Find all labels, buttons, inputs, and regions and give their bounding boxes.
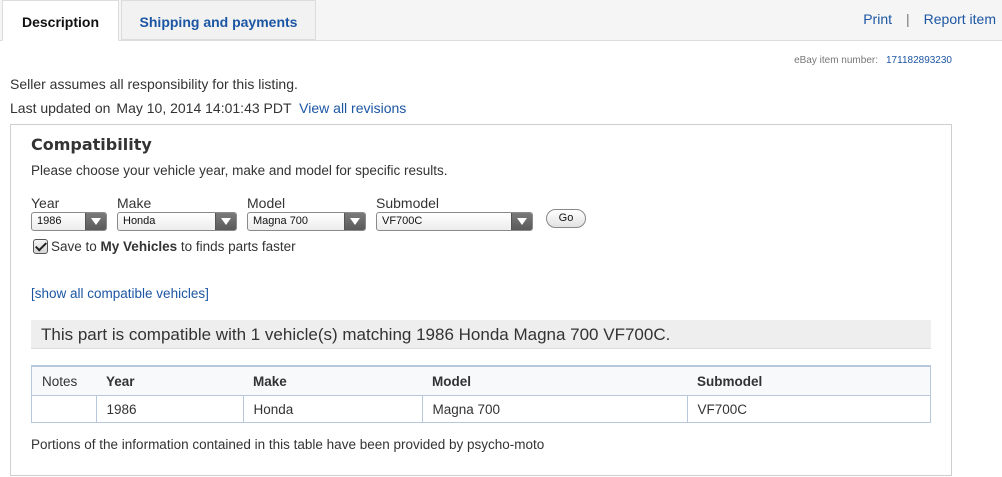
chevron-down-icon bbox=[215, 213, 236, 230]
tab-bar: Description Shipping and payments Print |… bbox=[0, 0, 1002, 41]
cell-submodel: VF700C bbox=[686, 395, 931, 423]
compatibility-instructions: Please choose your vehicle year, make an… bbox=[31, 163, 448, 178]
compatible-vehicles-table: Notes Year Make Model Submodel 1986 Hond… bbox=[31, 365, 931, 423]
chevron-down-icon bbox=[85, 213, 106, 230]
link-separator: | bbox=[906, 11, 910, 27]
tab-description[interactable]: Description bbox=[2, 0, 119, 41]
save-vehicle-checkbox[interactable] bbox=[33, 239, 48, 254]
cell-model: Magna 700 bbox=[421, 395, 688, 423]
make-select-value: Honda bbox=[123, 215, 156, 227]
report-item-link[interactable]: Report item bbox=[924, 11, 996, 27]
cell-notes bbox=[31, 395, 97, 423]
save-prefix: Save to bbox=[51, 239, 97, 254]
table-header-row: Notes Year Make Model Submodel bbox=[31, 365, 931, 396]
submodel-group: Submodel VF700C bbox=[376, 195, 533, 231]
model-group: Model Magna 700 bbox=[247, 195, 366, 231]
view-all-revisions-link[interactable]: View all revisions bbox=[299, 100, 406, 116]
year-select[interactable]: 1986 bbox=[31, 212, 107, 231]
last-updated: Last updated on May 10, 2014 14:01:43 PDT… bbox=[10, 100, 406, 116]
column-header-model: Model bbox=[422, 365, 687, 396]
item-number-label: eBay item number: bbox=[794, 55, 878, 66]
model-label: Model bbox=[247, 195, 286, 211]
make-select[interactable]: Honda bbox=[117, 212, 237, 231]
item-number-value[interactable]: 171182893230 bbox=[886, 55, 952, 66]
seller-note: Seller assumes all responsibility for th… bbox=[10, 76, 298, 92]
compatibility-match-banner: This part is compatible with 1 vehicle(s… bbox=[31, 320, 931, 349]
chevron-down-icon bbox=[511, 213, 532, 230]
submodel-label: Submodel bbox=[376, 195, 440, 211]
compatibility-panel: Compatibility Please choose your vehicle… bbox=[10, 124, 952, 476]
data-source-note: Portions of the information contained in… bbox=[31, 437, 545, 452]
compatibility-title: Compatibility bbox=[31, 135, 152, 154]
model-select[interactable]: Magna 700 bbox=[247, 212, 366, 231]
cell-year: 1986 bbox=[95, 395, 244, 423]
column-header-submodel: Submodel bbox=[687, 365, 931, 396]
tab-shipping-and-payments[interactable]: Shipping and payments bbox=[121, 0, 316, 40]
my-vehicles-label: My Vehicles bbox=[100, 239, 178, 254]
save-suffix: to finds parts faster bbox=[180, 239, 296, 254]
top-links: Print | Report item bbox=[863, 11, 996, 27]
save-to-my-vehicles: Save to My Vehicles to finds parts faste… bbox=[33, 239, 296, 254]
print-link[interactable]: Print bbox=[863, 11, 892, 27]
item-number: eBay item number: 171182893230 bbox=[794, 55, 952, 66]
submodel-select[interactable]: VF700C bbox=[376, 212, 533, 231]
cell-make: Honda bbox=[242, 395, 423, 423]
column-header-make: Make bbox=[243, 365, 422, 396]
show-all-compatible-vehicles-link[interactable]: [show all compatible vehicles] bbox=[31, 286, 209, 301]
last-updated-date: May 10, 2014 14:01:43 PDT bbox=[116, 100, 292, 116]
column-header-notes: Notes bbox=[31, 365, 96, 396]
go-button[interactable]: Go bbox=[546, 209, 586, 228]
column-header-year: Year bbox=[96, 365, 243, 396]
submodel-select-value: VF700C bbox=[382, 215, 423, 227]
year-group: Year 1986 bbox=[31, 195, 107, 231]
last-updated-label: Last updated on bbox=[10, 100, 111, 116]
model-select-value: Magna 700 bbox=[253, 215, 309, 227]
table-row: 1986 Honda Magna 700 VF700C bbox=[31, 395, 931, 423]
chevron-down-icon bbox=[344, 213, 365, 230]
make-label: Make bbox=[117, 195, 152, 211]
year-select-value: 1986 bbox=[37, 215, 62, 227]
year-label: Year bbox=[31, 195, 60, 211]
make-group: Make Honda bbox=[117, 195, 237, 231]
